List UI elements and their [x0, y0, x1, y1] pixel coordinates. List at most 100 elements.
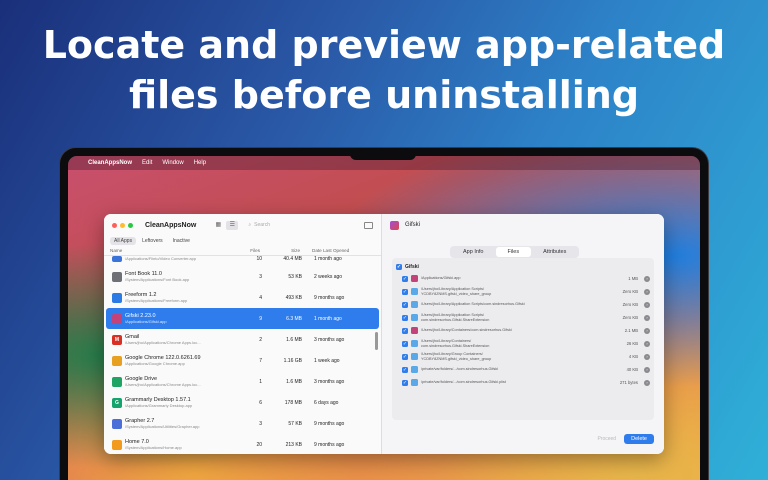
app-list-pane: CleanAppsNow ▦ ☰ ⌕ Search All Apps Lefto…: [104, 214, 382, 454]
reveal-in-finder-icon[interactable]: ›: [644, 327, 650, 334]
tab-attributes[interactable]: Attributes: [531, 247, 578, 257]
file-checkbox[interactable]: ✓: [402, 288, 408, 295]
detail-app-name: Gifski: [405, 222, 420, 228]
file-icon: [411, 275, 418, 282]
file-row[interactable]: ✓ /Users/jho/Library/Containers/com.sind…: [396, 324, 650, 337]
app-name-block: Google Chrome 122.0.6261.69 /Application…: [125, 355, 240, 366]
sidebar-toggle-icon[interactable]: [364, 221, 373, 229]
app-name-block: Gmail /Users/jho/Applications/Chrome App…: [125, 334, 240, 345]
app-row[interactable]: Font Book 11.0 /System/Applications/Font…: [106, 266, 379, 287]
list-view-icon[interactable]: ☰: [226, 220, 239, 230]
zoom-button[interactable]: [128, 222, 133, 228]
file-checkbox[interactable]: ✓: [402, 353, 408, 360]
app-last-opened: 9 months ago: [314, 441, 345, 448]
file-size: 271 bytes: [619, 380, 638, 385]
file-path: /Applications/Gifski.app: [421, 276, 461, 281]
file-path: /Users/jho/Library/Group Containers/ YCD…: [421, 352, 492, 361]
app-path: /System/Applications/Home.app: [125, 445, 182, 450]
app-name-block: Grammarly Desktop 1.57.1 /Applications/G…: [125, 397, 240, 408]
reveal-in-finder-icon[interactable]: ›: [644, 288, 650, 295]
column-name[interactable]: Name: [110, 248, 238, 253]
file-icon: [411, 288, 418, 295]
file-row[interactable]: ✓ /Users/jho/Library/Application Scripts…: [396, 285, 650, 298]
files-root-row: ✓ Gifski: [396, 262, 650, 272]
column-size[interactable]: Size: [260, 248, 300, 253]
file-row[interactable]: ✓ /private/var/folders/.../com.sindresor…: [396, 363, 650, 376]
app-file-count: 2: [259, 336, 262, 343]
app-last-opened: 1 week ago: [314, 357, 340, 364]
reveal-in-finder-icon[interactable]: ›: [644, 353, 650, 360]
app-row[interactable]: Google Drive /Users/jho/Applications/Chr…: [106, 371, 379, 392]
app-row[interactable]: M Gmail /Users/jho/Applications/Chrome Ap…: [106, 329, 379, 350]
app-icon: M: [112, 334, 122, 345]
proceed-button[interactable]: Proceed: [597, 436, 616, 442]
file-row[interactable]: ✓ /Users/jho/Library/Application Scripts…: [396, 298, 650, 311]
file-row[interactable]: ✓ /Users/jho/Library/Application Scripts…: [396, 311, 650, 324]
menu-item-help[interactable]: Help: [194, 160, 206, 166]
file-checkbox[interactable]: ✓: [402, 327, 408, 334]
app-path: /Users/jho/Applications/Chrome Apps.loc.…: [125, 382, 201, 387]
filter-inactive[interactable]: Inactive: [169, 237, 194, 245]
file-icon: [411, 366, 418, 373]
delete-button[interactable]: Delete: [624, 434, 654, 444]
app-row[interactable]: G Grammarly Desktop 1.57.1 /Applications/…: [106, 392, 379, 413]
file-checkbox[interactable]: ✓: [402, 366, 408, 373]
search-field[interactable]: ⌕ Search: [248, 222, 270, 228]
root-checkbox[interactable]: ✓: [396, 264, 402, 270]
app-row[interactable]: Gifski 2.23.0 /Applications/Gifski.app 9 6…: [106, 308, 379, 329]
file-path: /Users/jho/Library/Containers/ com.sindr…: [421, 339, 490, 348]
app-icon: [112, 271, 122, 282]
app-row[interactable]: Freeform 1.2 /System/Applications/Freefo…: [106, 287, 379, 308]
file-row[interactable]: ✓ /private/var/folders/.../com.sindresor…: [396, 376, 650, 389]
file-row[interactable]: ✓ /Users/jho/Library/Containers/ com.sin…: [396, 337, 650, 350]
file-path: /Users/jho/Library/Containers/com.sindre…: [421, 328, 512, 333]
menu-app-name[interactable]: CleanAppsNow: [88, 160, 132, 166]
file-row[interactable]: ✓ /Applications/Gifski.app 1 MB ›: [396, 272, 650, 285]
file-size: 4 KB: [628, 354, 638, 359]
app-size: 1.6 MB: [286, 336, 302, 343]
column-files[interactable]: Files: [238, 248, 260, 253]
app-row[interactable]: Home 7.0 /System/Applications/Home.app 20…: [106, 434, 379, 454]
app-name-block: Font Book 11.0 /System/Applications/Font…: [125, 271, 240, 282]
app-last-opened: 3 months ago: [314, 336, 345, 343]
menu-item-edit[interactable]: Edit: [142, 160, 152, 166]
reveal-in-finder-icon[interactable]: ›: [644, 275, 650, 282]
file-icon: [411, 340, 418, 347]
file-checkbox[interactable]: ✓: [402, 379, 408, 386]
app-row[interactable]: Google Chrome 122.0.6261.69 /Application…: [106, 350, 379, 371]
menu-item-window[interactable]: Window: [162, 160, 183, 166]
app-path: /Applications/Google Chrome.app: [125, 361, 185, 366]
reveal-in-finder-icon[interactable]: ›: [644, 314, 650, 321]
column-date-last-opened[interactable]: Date Last Opened: [300, 248, 370, 253]
filter-leftovers[interactable]: Leftovers: [138, 237, 167, 245]
app-path: /Applications/Gifski.app: [125, 319, 167, 324]
app-path: /Users/jho/Applications/Chrome Apps.loc.…: [125, 340, 201, 345]
filter-all-apps[interactable]: All Apps: [110, 237, 137, 245]
file-checkbox[interactable]: ✓: [402, 314, 408, 321]
reveal-in-finder-icon[interactable]: ›: [644, 366, 650, 373]
scrollbar[interactable]: [375, 332, 378, 350]
files-list: ✓ Gifski ✓ /Applications/Gifski.app 1 MB…: [392, 258, 654, 420]
tab-files[interactable]: Files: [495, 247, 532, 257]
search-placeholder: Search: [254, 222, 270, 228]
close-button[interactable]: [112, 222, 117, 228]
reveal-in-finder-icon[interactable]: ›: [644, 379, 650, 386]
reveal-in-finder-icon[interactable]: ›: [644, 340, 650, 347]
app-name-block: /Applications/Flinto/Video Converter.app: [125, 256, 240, 261]
app-row[interactable]: Grapher 2.7 /System/Applications/Utiliti…: [106, 413, 379, 434]
minimize-button[interactable]: [120, 222, 125, 228]
tab-app-info[interactable]: App Info: [451, 247, 496, 257]
reveal-in-finder-icon[interactable]: ›: [644, 301, 650, 308]
headline-line-2: files before uninstalling: [128, 73, 640, 117]
file-checkbox[interactable]: ✓: [402, 340, 408, 347]
app-path: /Applications/Flinto/Video Converter.app: [125, 256, 197, 261]
app-path: /System/Applications/Utilities/Grapher.a…: [125, 424, 200, 429]
file-checkbox[interactable]: ✓: [402, 301, 408, 308]
grid-view-icon[interactable]: ▦: [212, 221, 224, 230]
app-row[interactable]: /Applications/Flinto/Video Converter.app…: [106, 256, 379, 266]
app-icon: [112, 313, 122, 324]
app-last-opened: 9 months ago: [314, 294, 345, 301]
file-checkbox[interactable]: ✓: [402, 275, 408, 282]
file-row[interactable]: ✓ /Users/jho/Library/Group Containers/ Y…: [396, 350, 650, 363]
app-icon: [112, 439, 122, 450]
